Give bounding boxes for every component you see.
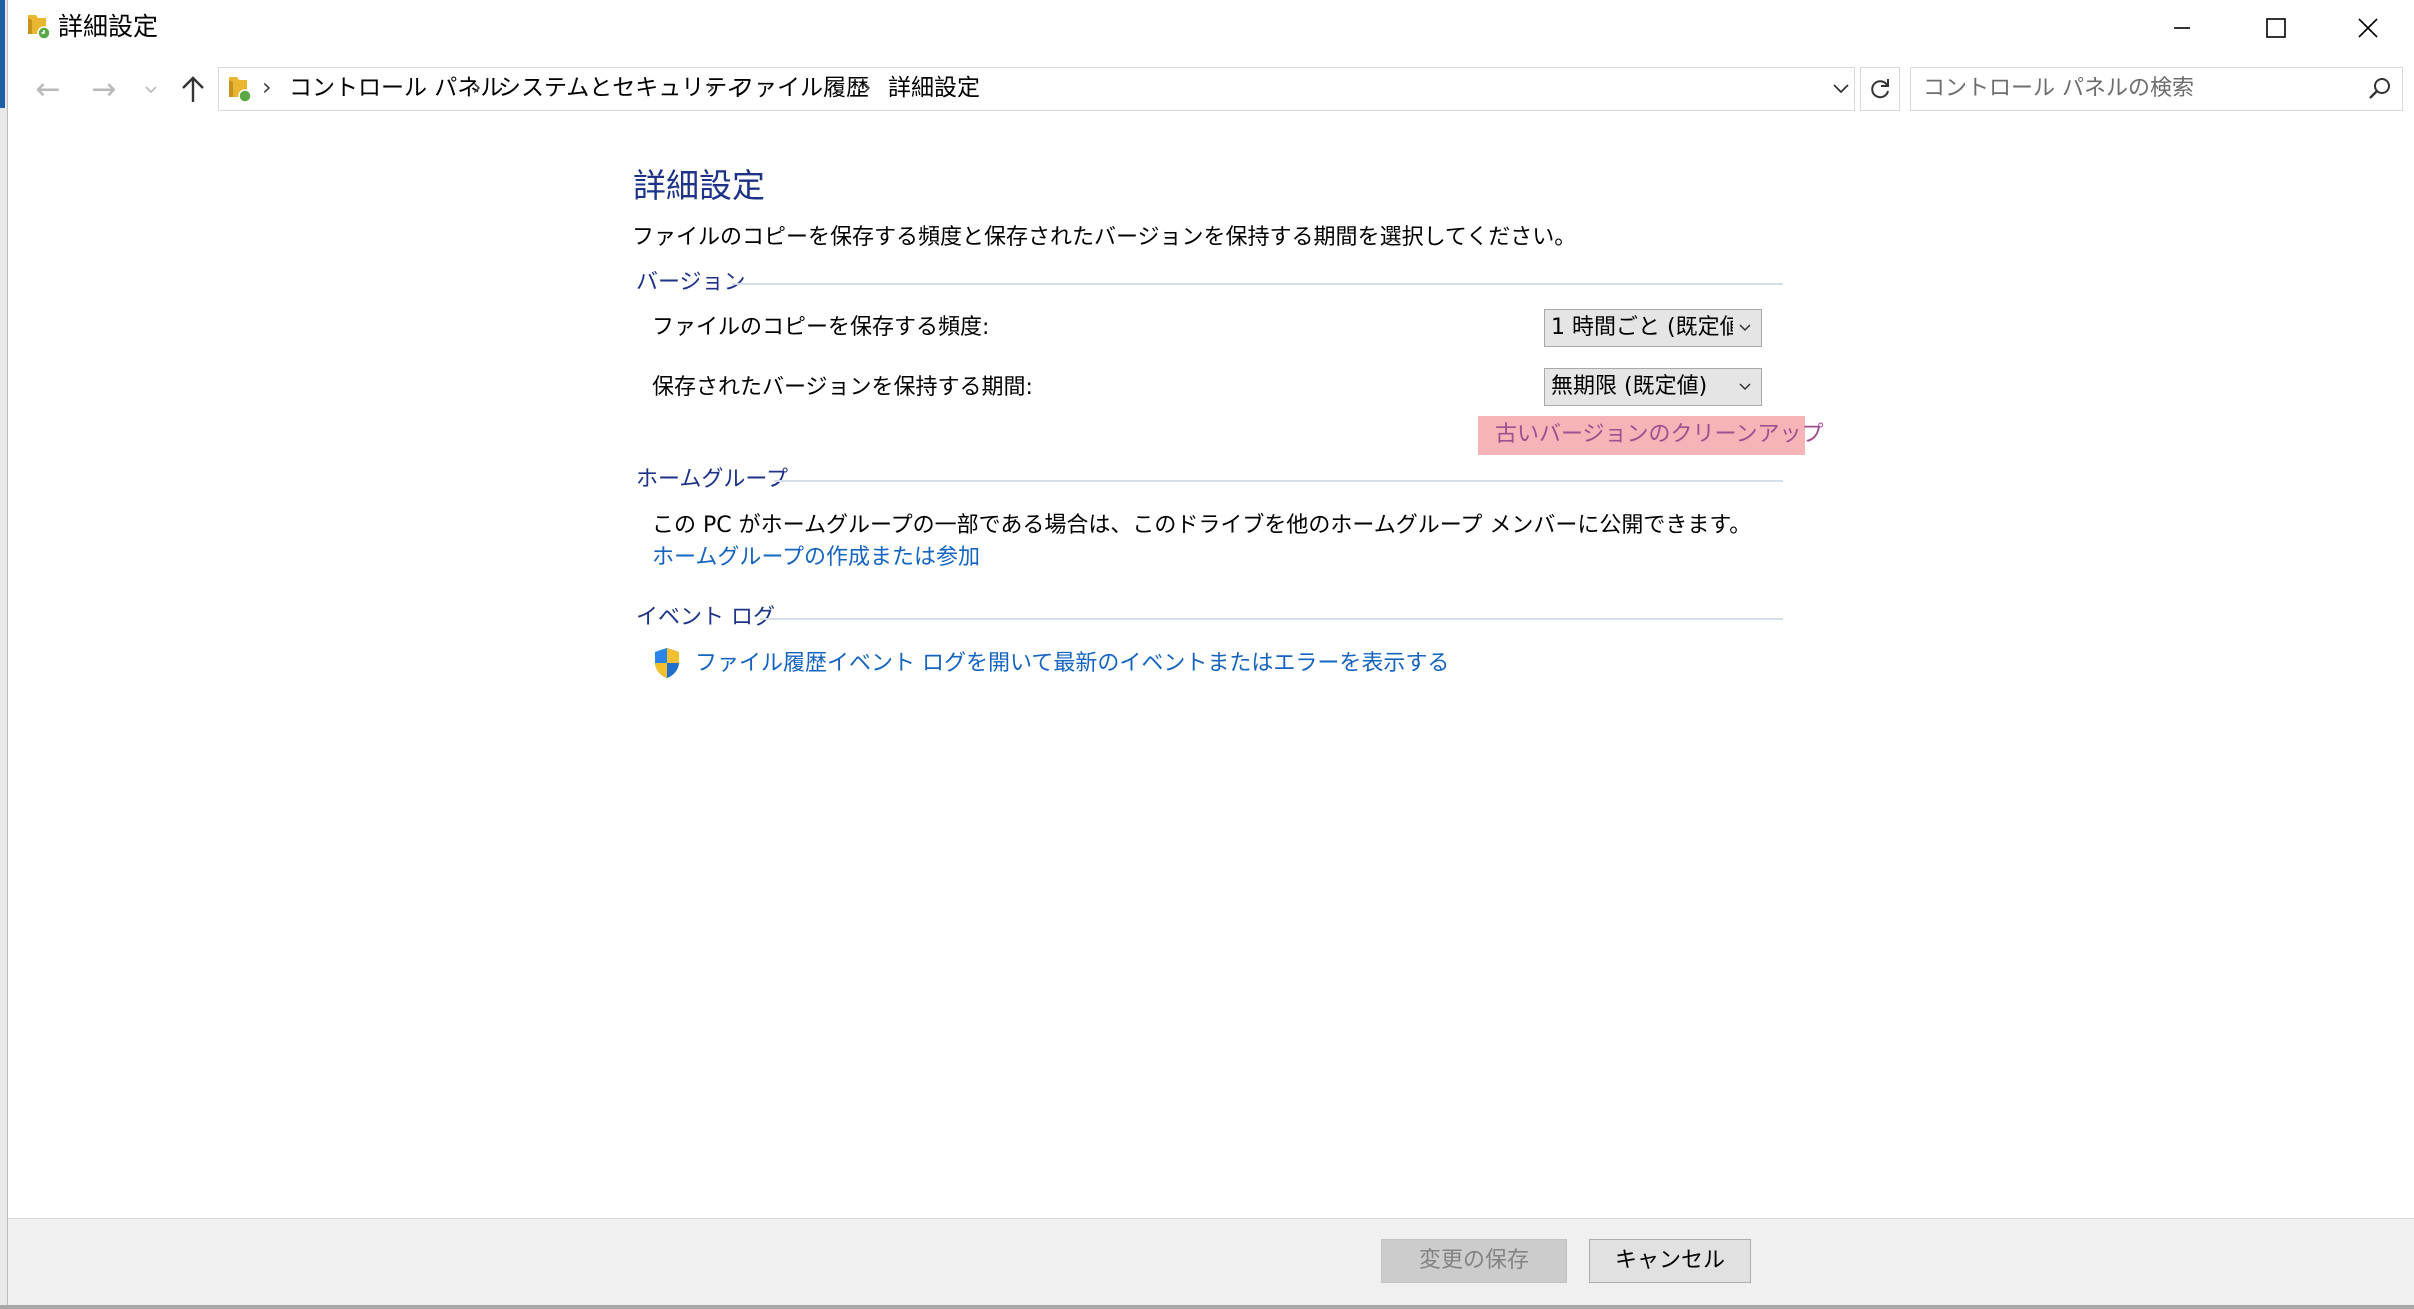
refresh-button[interactable] xyxy=(1860,67,1900,111)
breadcrumb-separator-icon: › xyxy=(262,73,272,101)
forward-arrow-icon[interactable]: → xyxy=(84,62,124,118)
search-icon[interactable] xyxy=(2367,76,2393,102)
dialog-button-bar xyxy=(8,1218,2414,1306)
versions-group-divider xyxy=(732,283,1783,285)
chevron-down-icon xyxy=(1739,324,1751,332)
breadcrumb-file-history[interactable]: ファイル履歴 xyxy=(731,67,869,109)
title-bar xyxy=(8,0,2414,56)
maximize-icon xyxy=(2266,18,2286,38)
retention-label: 保存されたバージョンを保持する期間: xyxy=(652,375,1033,400)
close-button[interactable] xyxy=(2322,0,2414,56)
versions-group-header: バージョン xyxy=(636,270,746,295)
window-title: 詳細設定 xyxy=(58,12,159,41)
chevron-down-icon xyxy=(1833,84,1849,94)
taskbar-accent-strip xyxy=(0,0,5,108)
breadcrumb-advanced-settings[interactable]: 詳細設定 xyxy=(888,67,980,109)
eventlog-group-divider xyxy=(760,618,1783,620)
eventlog-open-link[interactable]: ファイル履歴イベント ログを開いて最新のイベントまたはエラーを表示する xyxy=(695,648,1449,680)
frequency-select[interactable]: 1 時間ごと (既定値) xyxy=(1544,309,1762,347)
page-title: 詳細設定 xyxy=(633,166,765,205)
retention-select-value: 無期限 (既定値) xyxy=(1551,374,1708,399)
eventlog-group-header: イベント ログ xyxy=(636,605,775,630)
frequency-label: ファイルのコピーを保存する頻度: xyxy=(652,315,990,340)
up-arrow-icon[interactable] xyxy=(176,72,210,106)
maximize-button[interactable] xyxy=(2230,0,2322,56)
minimize-icon xyxy=(2174,27,2190,29)
address-folder-icon xyxy=(229,77,252,103)
file-history-folder-icon xyxy=(28,15,51,40)
close-icon xyxy=(2358,18,2378,38)
frequency-select-value: 1 時間ごと (既定値) xyxy=(1551,315,1733,340)
homegroup-description: この PC がホームグループの一部である場合は、このドライブを他のホームグループ… xyxy=(652,513,1752,538)
cleanup-old-versions-link[interactable]: 古いバージョンのクリーンアップ xyxy=(1478,416,1823,455)
address-dropdown-button[interactable] xyxy=(1826,67,1856,109)
search-box[interactable] xyxy=(1910,67,2403,111)
recent-locations-chevron-icon[interactable] xyxy=(140,78,162,100)
chevron-down-icon xyxy=(1739,383,1751,391)
homegroup-group-divider xyxy=(774,480,1783,482)
cancel-button[interactable]: キャンセル xyxy=(1589,1239,1751,1283)
homegroup-join-link[interactable]: ホームグループの作成または参加 xyxy=(652,542,980,574)
refresh-icon xyxy=(1871,79,1889,99)
uac-shield-icon xyxy=(655,648,679,678)
page-description: ファイルのコピーを保存する頻度と保存されたバージョンを保持する期間を選択してくだ… xyxy=(632,225,1577,250)
back-arrow-icon[interactable]: ← xyxy=(28,62,68,118)
breadcrumb-separator-icon: › xyxy=(472,73,482,101)
search-input[interactable] xyxy=(1923,68,2343,108)
save-changes-button[interactable]: 変更の保存 xyxy=(1381,1239,1567,1283)
breadcrumb-separator-icon: › xyxy=(706,73,716,101)
window-bottom-border xyxy=(0,1305,2414,1309)
minimize-button[interactable] xyxy=(2136,0,2228,56)
cleanup-link-label: 古いバージョンのクリーンアップ xyxy=(1495,422,1824,447)
breadcrumb-separator-icon: › xyxy=(862,73,872,101)
retention-select[interactable]: 無期限 (既定値) xyxy=(1544,368,1762,406)
homegroup-group-header: ホームグループ xyxy=(636,467,789,492)
window-left-border xyxy=(0,0,8,1309)
